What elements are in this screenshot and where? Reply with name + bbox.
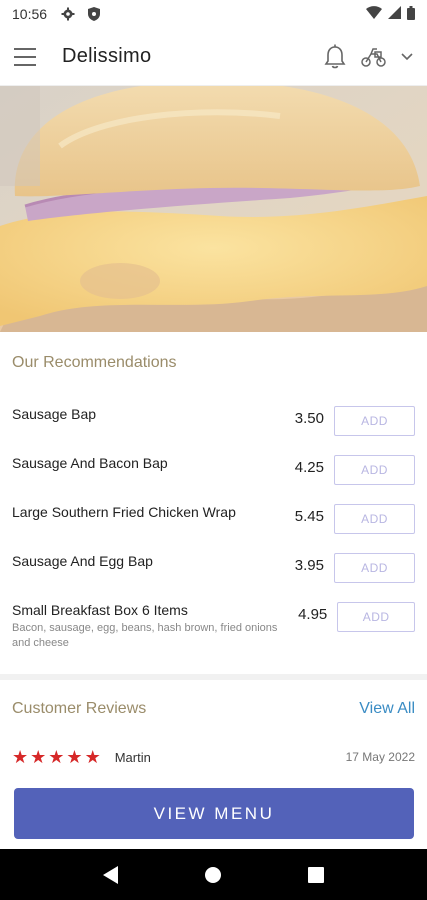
reviews-title: Customer Reviews xyxy=(12,700,147,717)
status-time: 10:56 xyxy=(12,6,48,22)
reviewer-name: Martin xyxy=(114,749,151,765)
add-button[interactable]: ADD xyxy=(334,455,415,485)
bell-icon[interactable] xyxy=(323,44,347,70)
item-name: Large Southern Fried Chicken Wrap xyxy=(12,504,236,520)
review-row: ★ ★ ★ ★ ★ Martin 17 May 2022 xyxy=(12,748,415,766)
hero-image xyxy=(0,86,427,332)
signal-icon xyxy=(388,6,401,22)
review-date: 17 May 2022 xyxy=(345,750,415,764)
list-item: Sausage Bap 3.50 ADD xyxy=(12,406,415,455)
recommendations-section: Our Recommendations Sausage Bap 3.50 ADD… xyxy=(0,332,427,662)
add-button[interactable]: ADD xyxy=(337,602,415,632)
system-nav-bar xyxy=(0,849,427,900)
item-name: Sausage And Egg Bap xyxy=(12,553,153,569)
shield-icon xyxy=(85,5,103,23)
star-icon: ★ xyxy=(48,747,65,767)
star-icon: ★ xyxy=(30,747,47,767)
recommendations-title: Our Recommendations xyxy=(12,354,177,371)
chevron-down-icon[interactable] xyxy=(401,52,413,61)
app-title: Delissimo xyxy=(62,45,152,67)
list-item: Sausage And Egg Bap 3.95 ADD xyxy=(12,553,415,602)
item-name: Sausage And Bacon Bap xyxy=(12,455,168,471)
battery-icon xyxy=(407,5,415,23)
delivery-icon[interactable] xyxy=(361,46,387,68)
star-icon: ★ xyxy=(66,747,83,767)
item-price: 3.95 xyxy=(294,557,324,574)
back-icon[interactable] xyxy=(91,855,131,895)
item-name: Sausage Bap xyxy=(12,406,97,422)
settings-icon xyxy=(59,5,77,23)
recents-icon[interactable] xyxy=(296,855,336,895)
app-bar: Delissimo xyxy=(0,28,427,86)
view-menu-button[interactable]: VIEW MENU xyxy=(14,788,414,839)
list-item: Small Breakfast Box 6 Items Bacon, sausa… xyxy=(12,602,415,662)
item-name: Small Breakfast Box 6 Items xyxy=(12,602,188,618)
home-icon[interactable] xyxy=(193,855,233,895)
add-button[interactable]: ADD xyxy=(334,504,415,534)
star-icon: ★ xyxy=(12,747,29,767)
list-item: Large Southern Fried Chicken Wrap 5.45 A… xyxy=(12,504,415,553)
recommendations-list: Sausage Bap 3.50 ADD Sausage And Bacon B… xyxy=(12,406,415,662)
status-bar: 10:56 xyxy=(0,0,427,28)
list-item: Sausage And Bacon Bap 4.25 ADD xyxy=(12,455,415,504)
star-icon: ★ xyxy=(84,747,101,767)
item-description: Bacon, sausage, egg, beans, hash brown, … xyxy=(12,622,278,649)
add-button[interactable]: ADD xyxy=(334,406,415,436)
item-price: 3.50 xyxy=(294,410,324,427)
star-rating: ★ ★ ★ ★ ★ xyxy=(12,748,101,766)
reviews-section: Customer Reviews View All ★ ★ ★ ★ ★ Mart… xyxy=(0,680,427,766)
item-price: 4.25 xyxy=(294,459,324,476)
view-all-link[interactable]: View All xyxy=(359,700,415,718)
wifi-icon xyxy=(366,6,382,22)
item-price: 4.95 xyxy=(298,606,328,623)
menu-icon[interactable] xyxy=(14,42,44,72)
add-button[interactable]: ADD xyxy=(334,553,415,583)
item-price: 5.45 xyxy=(294,508,324,525)
